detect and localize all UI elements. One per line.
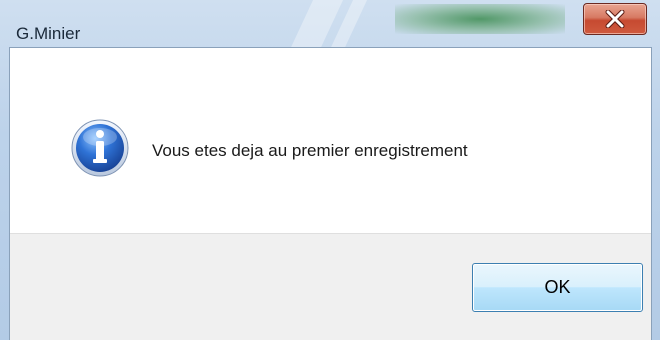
- dialog-message: Vous etes deja au premier enregistrement: [152, 141, 468, 160]
- dialog-client-area: Vous etes deja au premier enregistrement…: [9, 47, 652, 340]
- message-area: Vous etes deja au premier enregistrement: [10, 48, 651, 233]
- button-bar: OK: [10, 233, 651, 340]
- ok-button[interactable]: OK: [472, 263, 643, 312]
- close-icon: [605, 10, 625, 28]
- background-glow: [395, 4, 565, 34]
- information-icon: [70, 118, 130, 178]
- message-box-window: G.Minier Vous etes deja au premier enreg…: [0, 0, 660, 340]
- window-title: G.Minier: [16, 24, 81, 43]
- close-button[interactable]: [583, 3, 647, 35]
